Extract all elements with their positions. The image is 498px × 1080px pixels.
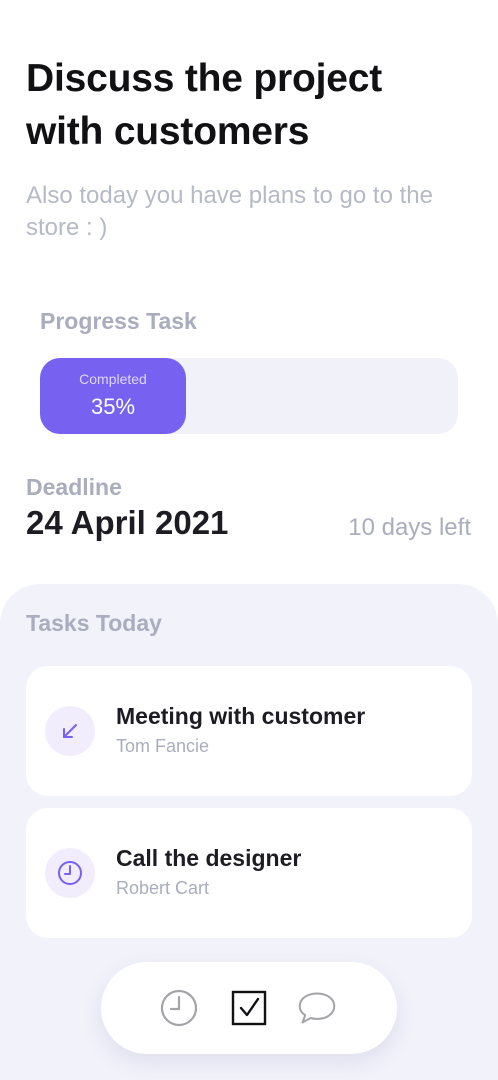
deadline-date: 24 April 2021 <box>26 504 229 541</box>
task-card-meeting[interactable]: Meeting with customer Tom Fancie <box>26 666 472 796</box>
task-card-call[interactable]: Call the designer Robert Cart <box>26 808 472 938</box>
clock-icon <box>45 848 95 898</box>
task-name: Call the designer <box>116 845 302 871</box>
nav-tasks-button[interactable] <box>229 988 269 1028</box>
task-person: Tom Fancie <box>116 736 210 756</box>
page-subtitle: Also today you have plans to go to the s… <box>26 182 433 241</box>
progress-bar: Completed 35% <box>40 358 458 434</box>
checkbox-icon <box>231 990 267 1026</box>
nav-chat-button[interactable] <box>297 988 337 1028</box>
bottom-nav <box>101 962 397 1054</box>
progress-status-label: Completed <box>79 371 147 387</box>
nav-clock-button[interactable] <box>159 988 199 1028</box>
task-name: Meeting with customer <box>116 703 366 729</box>
clock-icon <box>160 989 198 1027</box>
task-person: Robert Cart <box>116 878 210 898</box>
arrow-down-left-icon <box>45 706 95 756</box>
progress-fill: Completed 35% <box>40 358 186 434</box>
deadline-label: Deadline <box>26 474 122 500</box>
progress-label: Progress Task <box>40 308 197 334</box>
page-title: Discuss the project with customers <box>26 57 382 153</box>
chat-bubble-icon <box>298 992 336 1024</box>
days-left: 10 days left <box>348 514 471 541</box>
progress-percent: 35% <box>90 394 136 419</box>
tasks-title: Tasks Today <box>26 610 162 636</box>
